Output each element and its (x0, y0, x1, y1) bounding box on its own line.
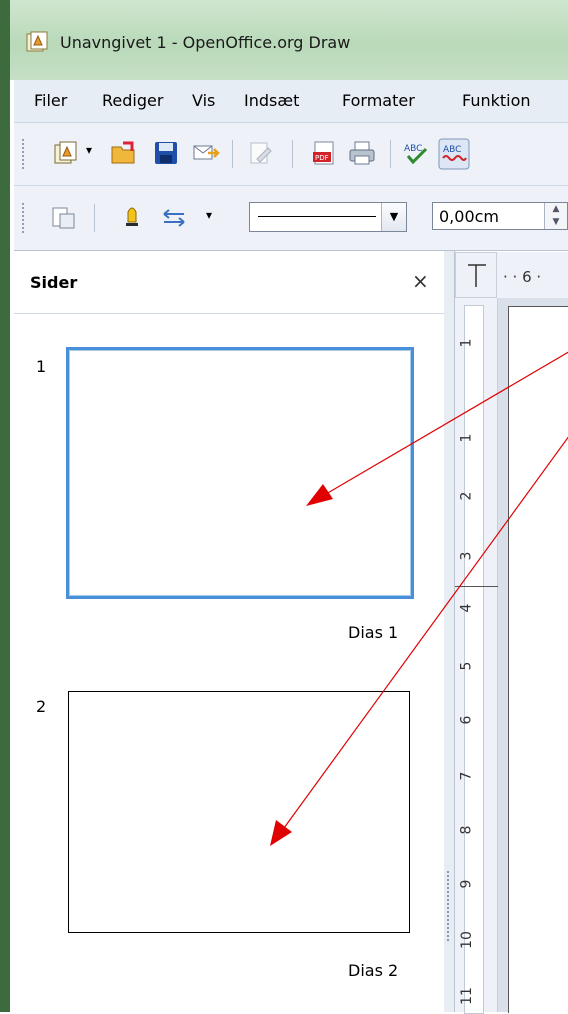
toolbar-separator (292, 140, 293, 168)
new-document-icon[interactable] (52, 139, 80, 167)
slide-number: 1 (36, 357, 47, 376)
line-color-pen-icon[interactable] (118, 202, 146, 230)
toolbar-separator (94, 204, 95, 232)
autospellcheck-icon[interactable]: ABC (438, 138, 470, 170)
vruler-label: 10 (458, 931, 475, 949)
arrow-style-dropdown-icon[interactable]: ▾ (206, 208, 212, 222)
vertical-ruler-track (464, 305, 484, 1014)
toolbar-separator (390, 140, 391, 168)
vruler-label: 11 (458, 987, 475, 1005)
save-icon[interactable] (152, 139, 180, 167)
panel-splitter[interactable] (444, 251, 455, 1012)
standard-toolbar: ▾ PDF ABC ABC (14, 123, 568, 186)
slide-number: 2 (36, 697, 47, 716)
slides-panel-title: Sider (30, 273, 78, 292)
menu-formater[interactable]: Formater (342, 91, 415, 110)
horizontal-ruler[interactable]: · · 6 · (497, 252, 568, 299)
menu-funktioner[interactable]: Funktion (462, 91, 531, 110)
svg-text:ABC: ABC (404, 144, 422, 154)
line-width-input[interactable]: 0,00cm ▲ ▼ (432, 202, 568, 230)
export-pdf-icon[interactable]: PDF (310, 139, 338, 167)
vruler-label: 2 (458, 491, 475, 501)
edit-file-icon[interactable] (246, 139, 274, 167)
vruler-label: 6 (458, 715, 475, 725)
navigator-icon[interactable] (50, 204, 78, 232)
slide-thumbnail-2[interactable] (68, 691, 410, 933)
spellcheck-icon[interactable]: ABC (402, 139, 430, 167)
new-dropdown-arrow-icon[interactable]: ▾ (86, 143, 92, 157)
toolbar-grip[interactable] (22, 139, 28, 169)
vruler-label: 8 (458, 825, 475, 835)
window-title: Unavngivet 1 - OpenOffice.org Draw (60, 33, 351, 52)
print-icon[interactable] (348, 139, 376, 167)
vruler-label: 7 (458, 771, 475, 781)
slide-label: Dias 2 (348, 961, 399, 980)
menu-filer[interactable]: Filer (34, 91, 67, 110)
slides-panel: Sider × 1 Dias 1 2 Dias 2 (14, 251, 445, 1012)
line-width-spinner[interactable]: ▲ ▼ (544, 203, 567, 229)
slides-panel-header: Sider × (14, 251, 444, 314)
close-icon[interactable]: × (412, 269, 429, 293)
toolbar-grip[interactable] (22, 203, 28, 233)
menu-vis[interactable]: Vis (192, 91, 215, 110)
drawing-page[interactable] (508, 306, 568, 1013)
vruler-label: 5 (458, 661, 475, 671)
open-folder-icon[interactable] (110, 139, 138, 167)
menu-rediger[interactable]: Rediger (102, 91, 163, 110)
line-style-preview (258, 216, 376, 217)
svg-text:ABC: ABC (443, 145, 461, 155)
line-style-select[interactable]: ▼ (249, 202, 407, 232)
line-fill-toolbar: ▾ ▼ 0,00cm ▲ ▼ (14, 186, 568, 251)
svg-text:PDF: PDF (315, 154, 329, 162)
vruler-label: 9 (458, 879, 475, 889)
ruler-tick-label: · · 6 · (503, 268, 542, 286)
vruler-label: 1 (458, 433, 475, 443)
vruler-label: 3 (458, 551, 475, 561)
menu-bar: Filer Rediger Vis Indsæt Formater Funkti… (14, 80, 568, 123)
ruler-corner[interactable] (455, 252, 497, 298)
email-icon[interactable] (192, 139, 220, 167)
arrow-style-icon[interactable] (160, 204, 188, 232)
vruler-label: 1 (458, 338, 475, 348)
toolbar-separator (232, 140, 233, 168)
draw-app-icon (26, 31, 48, 52)
menu-indsaet[interactable]: Indsæt (244, 91, 299, 110)
vruler-label: 4 (458, 603, 475, 613)
slide-thumbnail-1[interactable] (66, 347, 414, 599)
window-edge (0, 0, 10, 1012)
ruler-origin-icon (468, 264, 486, 287)
slide-label: Dias 1 (348, 623, 399, 642)
splitter-grip[interactable] (447, 871, 451, 941)
line-style-dropdown-icon[interactable]: ▼ (381, 203, 406, 231)
